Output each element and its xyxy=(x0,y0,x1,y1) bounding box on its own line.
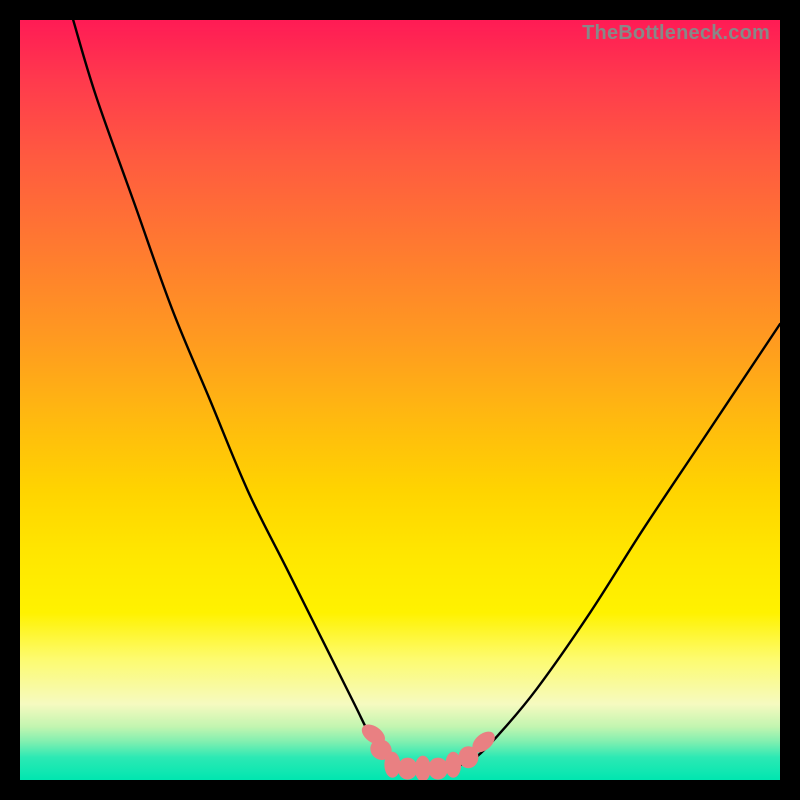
chart-frame: TheBottleneck.com xyxy=(0,0,800,800)
bottleneck-curve xyxy=(73,20,780,769)
valley-marker xyxy=(428,758,448,780)
watermark-text: TheBottleneck.com xyxy=(582,22,770,45)
curve-layer xyxy=(20,20,780,780)
valley-marker xyxy=(398,758,418,780)
plot-area: TheBottleneck.com xyxy=(20,20,780,780)
valley-marker xyxy=(384,752,400,778)
